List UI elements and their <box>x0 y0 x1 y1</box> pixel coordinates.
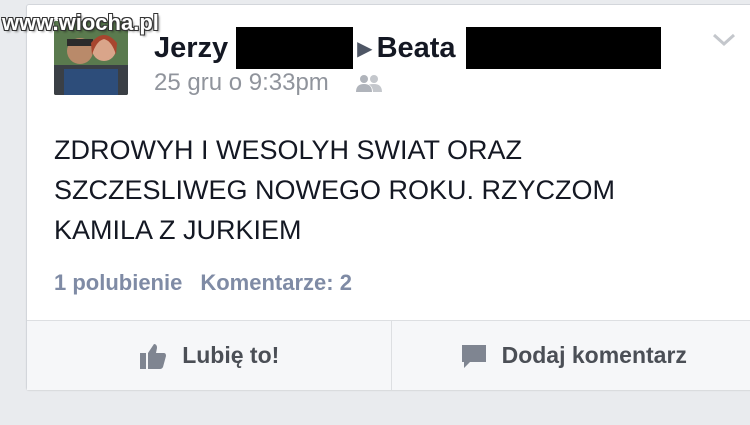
chevron-down-icon[interactable] <box>711 31 737 49</box>
like-button-label: Lubię to! <box>182 342 280 368</box>
like-button[interactable]: Lubię to! <box>27 321 391 390</box>
friends-icon[interactable] <box>355 73 383 93</box>
thumbs-up-icon <box>140 343 167 369</box>
redacted-block <box>465 27 661 69</box>
post-stats: 1 polubienie Komentarze: 2 <box>54 270 352 296</box>
comments-count[interactable]: Komentarze: 2 <box>200 270 352 296</box>
action-bar: Lubię to! Dodaj komentarz <box>27 320 750 390</box>
post-card: Jerzy ▶ Beata 25 gru o 9:33pm ZDROWYH I … <box>26 4 750 390</box>
post-meta: 25 gru o 9:33pm <box>154 69 383 97</box>
recipient-name[interactable]: Beata <box>377 32 456 65</box>
author-name[interactable]: Jerzy <box>154 32 228 65</box>
likes-count[interactable]: 1 polubienie <box>54 270 182 296</box>
arrow-right-icon: ▶ <box>357 37 373 60</box>
comment-icon <box>461 344 486 368</box>
post-header: Jerzy ▶ Beata <box>154 27 661 69</box>
watermark-logo: www.wiocha.pl <box>2 10 159 35</box>
post-timestamp[interactable]: 25 gru o 9:33pm <box>154 69 329 97</box>
comment-button[interactable]: Dodaj komentarz <box>390 321 750 390</box>
comment-button-label: Dodaj komentarz <box>501 342 687 368</box>
redacted-block <box>236 27 354 69</box>
post-body: ZDROWYH I WESOLYH SWIAT ORAZ SZCZESLIWEG… <box>54 135 616 245</box>
